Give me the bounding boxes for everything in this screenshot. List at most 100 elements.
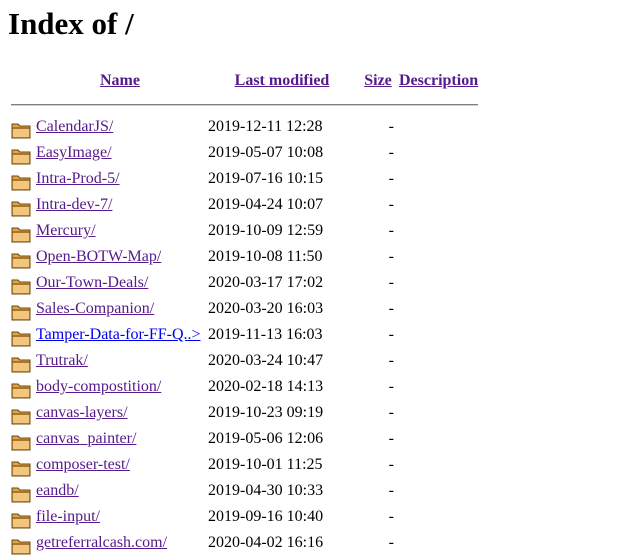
directory-link[interactable]: canvas_painter/	[36, 430, 136, 447]
description-cell	[399, 426, 478, 452]
directory-link[interactable]: Tamper-Data-for-FF-Q..>	[36, 326, 201, 343]
table-row: EasyImage/2019-05-07 10:08 -	[11, 140, 478, 166]
name-cell: Mercury/	[36, 218, 204, 244]
page-title: Index of /	[8, 6, 134, 41]
directory-link[interactable]: Open-BOTW-Map/	[36, 248, 161, 265]
sort-by-size-link[interactable]: Size	[364, 72, 392, 89]
folder-icon-cell	[11, 426, 33, 452]
table-row: eandb/2019-04-30 10:33 -	[11, 478, 478, 504]
size-cell: -	[388, 352, 394, 369]
sort-by-name-link[interactable]: Name	[100, 72, 140, 89]
table-row: Trutrak/2020-03-24 10:47 -	[11, 348, 478, 374]
name-cell: Our-Town-Deals/	[36, 270, 204, 296]
directory-link[interactable]: composer-test/	[36, 456, 130, 473]
directory-link[interactable]: body-compostition/	[36, 378, 161, 395]
size-column-header: Size	[360, 66, 396, 96]
description-cell	[399, 218, 478, 244]
folder-icon	[11, 224, 33, 243]
table-row: body-compostition/2020-02-18 14:13 -	[11, 374, 478, 400]
last-modified-cell: 2020-03-24 10:47	[208, 352, 324, 369]
folder-icon-cell	[11, 322, 33, 348]
sort-by-description-link[interactable]: Description	[399, 72, 478, 89]
table-row: Tamper-Data-for-FF-Q..> 2019-11-13 16:03 -	[11, 322, 478, 348]
last-modified-cell: 2019-10-08 11:50	[208, 248, 323, 265]
name-cell: Intra-Prod-5/	[36, 166, 204, 192]
size-cell: -	[388, 248, 394, 265]
last-modified-cell: 2019-04-30 10:33	[208, 482, 324, 499]
directory-link[interactable]: getreferralcash.com/	[36, 534, 167, 551]
size-cell: -	[388, 534, 394, 551]
directory-link[interactable]: eandb/	[36, 482, 79, 499]
description-cell	[399, 348, 478, 374]
directory-link[interactable]: file-input/	[36, 508, 100, 525]
folder-icon-cell	[11, 166, 33, 192]
last-modified-cell: 2019-11-13 16:03	[208, 326, 323, 343]
last-modified-cell: 2019-05-07 10:08	[208, 144, 324, 161]
directory-link[interactable]: canvas-layers/	[36, 404, 128, 421]
table-row: canvas_painter/2019-05-06 12:06 -	[11, 426, 478, 452]
name-column-header: Name	[36, 66, 204, 96]
table-row: Open-BOTW-Map/2019-10-08 11:50 -	[11, 244, 478, 270]
size-cell: -	[388, 482, 394, 499]
rule-cell	[11, 96, 479, 114]
icon-column-header	[11, 66, 33, 96]
folder-icon	[11, 510, 33, 529]
size-cell: -	[388, 508, 394, 525]
folder-icon-cell	[11, 270, 33, 296]
folder-icon	[11, 250, 33, 269]
description-cell	[399, 296, 478, 322]
name-cell: getreferralcash.com/	[36, 530, 204, 556]
table-row: Our-Town-Deals/2020-03-17 17:02 -	[11, 270, 478, 296]
folder-icon	[11, 198, 33, 217]
folder-icon	[11, 354, 33, 373]
table-row: file-input/2019-09-16 10:40 -	[11, 504, 478, 530]
name-cell: Intra-dev-7/	[36, 192, 204, 218]
folder-icon	[11, 172, 33, 191]
last-modified-column-header: Last modified	[207, 66, 357, 96]
table-row: Mercury/2019-10-09 12:59 -	[11, 218, 478, 244]
folder-icon-cell	[11, 192, 33, 218]
description-cell	[399, 192, 478, 218]
directory-link[interactable]: Mercury/	[36, 222, 96, 239]
last-modified-cell: 2019-04-24 10:07	[208, 196, 324, 213]
directory-link[interactable]: Intra-dev-7/	[36, 196, 112, 213]
folder-icon	[11, 432, 33, 451]
size-cell: -	[388, 326, 394, 343]
sort-by-last-modified-link[interactable]: Last modified	[235, 72, 330, 89]
name-cell: canvas_painter/	[36, 426, 204, 452]
folder-icon	[11, 276, 33, 295]
last-modified-cell: 2020-02-18 14:13	[208, 378, 324, 395]
table-row: Intra-dev-7/2019-04-24 10:07 -	[11, 192, 478, 218]
description-cell	[399, 400, 478, 426]
folder-icon-cell	[11, 348, 33, 374]
directory-link[interactable]: CalendarJS/	[36, 118, 113, 135]
folder-icon-cell	[11, 218, 33, 244]
size-cell: -	[388, 430, 394, 447]
name-cell: canvas-layers/	[36, 400, 204, 426]
name-cell: composer-test/	[36, 452, 204, 478]
description-column-header: Description	[399, 66, 478, 96]
folder-icon	[11, 328, 33, 347]
directory-link[interactable]: Sales-Companion/	[36, 300, 154, 317]
last-modified-cell: 2020-04-02 16:16	[208, 534, 324, 551]
size-cell: -	[388, 300, 394, 317]
directory-link[interactable]: Our-Town-Deals/	[36, 274, 148, 291]
table-row: composer-test/2019-10-01 11:25 -	[11, 452, 478, 478]
description-cell	[399, 530, 478, 556]
description-cell	[399, 452, 478, 478]
folder-icon	[11, 380, 33, 399]
size-cell: -	[388, 222, 394, 239]
name-cell: Trutrak/	[36, 348, 204, 374]
folder-icon-cell	[11, 244, 33, 270]
directory-link[interactable]: EasyImage/	[36, 144, 112, 161]
table-row: CalendarJS/2019-12-11 12:28 -	[11, 114, 478, 140]
name-cell: CalendarJS/	[36, 114, 204, 140]
name-cell: eandb/	[36, 478, 204, 504]
directory-link[interactable]: Intra-Prod-5/	[36, 170, 120, 187]
folder-icon	[11, 458, 33, 477]
directory-link[interactable]: Trutrak/	[36, 352, 88, 369]
description-cell	[399, 374, 478, 400]
size-cell: -	[388, 118, 394, 135]
description-cell	[399, 166, 478, 192]
table-row: getreferralcash.com/2020-04-02 16:16 -	[11, 530, 478, 556]
